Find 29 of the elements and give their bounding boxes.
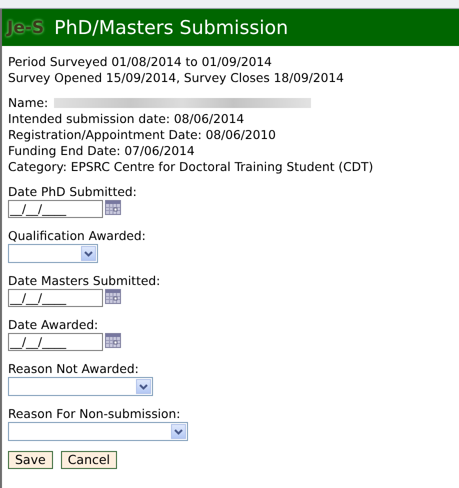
field-label: Date PhD Submitted: <box>8 184 138 200</box>
chevron-down-icon <box>136 379 151 394</box>
chevron-down-icon <box>81 246 96 261</box>
cancel-button[interactable]: Cancel <box>60 451 118 469</box>
dropdown[interactable] <box>8 422 188 441</box>
dropdown[interactable] <box>8 377 153 396</box>
date-field[interactable]: __/__/____ <box>8 200 103 218</box>
detail-text: Funding End Date: 07/06/2014 <box>8 143 196 159</box>
field-label: Qualification Awarded: <box>8 228 147 244</box>
calendar-icon[interactable] <box>105 333 121 348</box>
survey-info: Period Surveyed 01/08/2014 to 01/09/2014 <box>8 54 273 70</box>
name-label: Name: <box>8 95 48 111</box>
field-label: Reason For Non-submission: <box>8 406 182 422</box>
detail-text: Registration/Appointment Date: 08/06/2010 <box>8 127 277 143</box>
logo: Je-S <box>7 18 44 38</box>
date-field[interactable]: __/__/____ <box>8 333 103 351</box>
calendar-icon[interactable] <box>105 200 121 215</box>
chevron-down-icon <box>171 424 186 439</box>
survey-info: Survey Opened 15/09/2014, Survey Closes 18/09/2014 <box>8 70 345 86</box>
field-label: Date Awarded: <box>8 317 100 333</box>
field-label: Reason Not Awarded: <box>8 361 140 377</box>
dropdown[interactable] <box>8 244 98 263</box>
save-button[interactable]: Save <box>8 451 53 469</box>
page-title: PhD/Masters Submission <box>54 16 288 38</box>
date-field[interactable]: __/__/____ <box>8 289 103 307</box>
detail-text: Intended submission date: 08/06/2014 <box>8 111 246 127</box>
calendar-icon[interactable] <box>105 289 121 304</box>
field-label: Date Masters Submitted: <box>8 273 162 289</box>
detail-text: Category: EPSRC Centre for Doctoral Training Student (CDT) <box>8 159 374 175</box>
